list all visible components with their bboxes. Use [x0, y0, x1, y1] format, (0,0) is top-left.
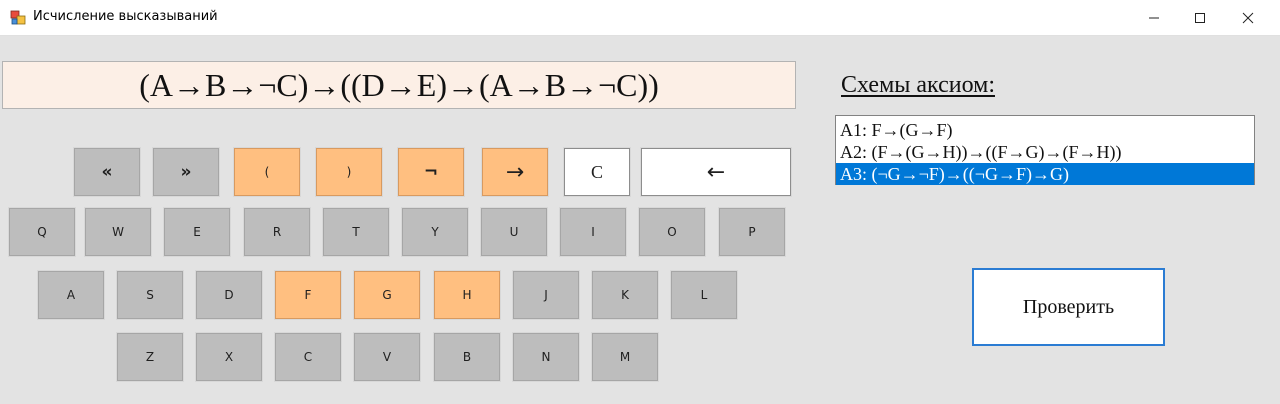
title-bar: Исчисление высказываний — [0, 0, 1280, 36]
app-icon — [10, 10, 26, 25]
maximize-button[interactable] — [1177, 0, 1223, 35]
key-d[interactable]: D — [195, 270, 263, 320]
key-w[interactable]: W — [84, 207, 152, 257]
key-i[interactable]: I — [559, 207, 627, 257]
close-paren-key[interactable]: ) — [315, 147, 383, 197]
key-j[interactable]: J — [512, 270, 580, 320]
implication-key[interactable]: → — [481, 147, 549, 197]
key-g[interactable]: G — [353, 270, 421, 320]
axioms-listbox[interactable]: A1: F→(G→F) A2: (F→(G→H))→((F→G)→(F→H)) … — [835, 115, 1255, 185]
window-title: Исчисление высказываний — [33, 9, 218, 24]
key-h[interactable]: H — [433, 270, 501, 320]
maximize-icon — [1195, 12, 1205, 23]
minimize-icon — [1149, 17, 1159, 18]
key-v[interactable]: V — [353, 332, 421, 382]
close-button[interactable] — [1225, 0, 1271, 35]
key-b[interactable]: B — [433, 332, 501, 382]
axiom-item-a2[interactable]: A2: (F→(G→H))→((F→G)→(F→H)) — [836, 141, 1254, 163]
expression-display: (A→B→¬C)→((D→E)→(A→B→¬C)) — [2, 61, 796, 109]
minimize-button[interactable] — [1131, 0, 1177, 35]
key-y[interactable]: Y — [401, 207, 469, 257]
key-o[interactable]: O — [638, 207, 706, 257]
axiom-item-a3[interactable]: A3: (¬G→¬F)→((¬G→F)→G) — [836, 163, 1254, 185]
key-s[interactable]: S — [116, 270, 184, 320]
key-f[interactable]: F — [274, 270, 342, 320]
key-z[interactable]: Z — [116, 332, 184, 382]
key-k[interactable]: K — [591, 270, 659, 320]
key-t[interactable]: T — [322, 207, 390, 257]
key-q[interactable]: Q — [8, 207, 76, 257]
key-c[interactable]: C — [274, 332, 342, 382]
right-arrow-key[interactable]: » — [152, 147, 220, 197]
open-paren-key[interactable]: ( — [233, 147, 301, 197]
key-m[interactable]: M — [591, 332, 659, 382]
key-x[interactable]: X — [195, 332, 263, 382]
axioms-title: Схемы аксиом: — [841, 72, 995, 98]
key-e[interactable]: E — [163, 207, 231, 257]
key-u[interactable]: U — [480, 207, 548, 257]
key-n[interactable]: N — [512, 332, 580, 382]
clear-key[interactable]: C — [563, 147, 631, 197]
key-a[interactable]: A — [37, 270, 105, 320]
check-button[interactable]: Проверить — [972, 268, 1165, 346]
key-p[interactable]: P — [718, 207, 786, 257]
key-r[interactable]: R — [243, 207, 311, 257]
backspace-key[interactable]: ← — [640, 147, 792, 197]
close-icon — [1242, 12, 1254, 23]
axiom-item-a1[interactable]: A1: F→(G→F) — [836, 119, 1254, 141]
left-arrow-key[interactable]: « — [73, 147, 141, 197]
negation-key[interactable]: ¬ — [397, 147, 465, 197]
key-l[interactable]: L — [670, 270, 738, 320]
